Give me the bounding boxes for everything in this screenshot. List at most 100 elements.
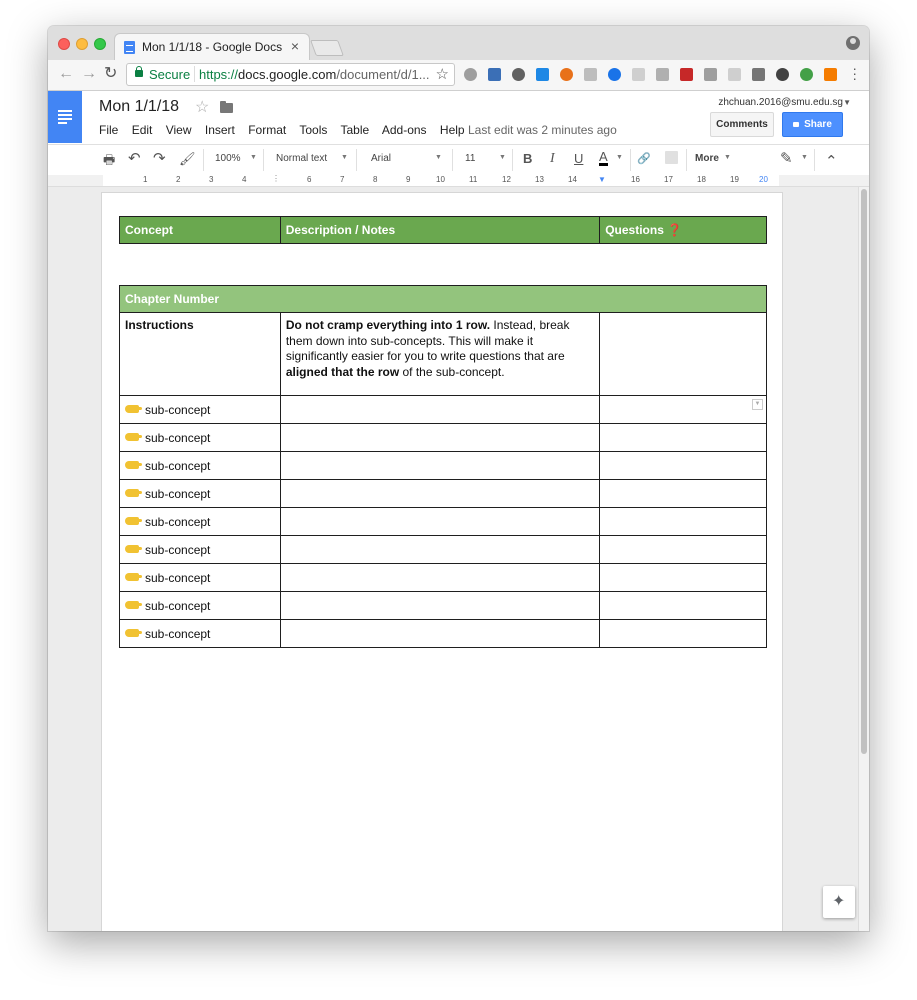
questions-cell[interactable] xyxy=(599,619,767,648)
menu-help[interactable]: Help xyxy=(440,123,465,137)
underline-button[interactable]: U xyxy=(574,151,583,166)
forward-button[interactable]: → xyxy=(81,66,97,82)
undo-icon[interactable]: ↶ xyxy=(128,149,141,167)
menu-addons[interactable]: Add-ons xyxy=(382,123,427,137)
extension-fox-icon[interactable] xyxy=(824,68,837,81)
bookmark-star-icon[interactable]: ☆ xyxy=(436,65,449,83)
extension-square-icon[interactable] xyxy=(584,68,597,81)
description-cell[interactable] xyxy=(279,395,601,424)
sub-concept-cell[interactable]: sub-concept xyxy=(119,451,281,480)
back-button[interactable]: ← xyxy=(58,66,74,82)
sub-concept-cell[interactable]: sub-concept xyxy=(119,507,281,536)
browser-tab[interactable]: Mon 1/1/18 - Google Docs × xyxy=(114,33,310,60)
sub-concept-cell[interactable]: sub-concept xyxy=(119,395,281,424)
insert-comment-icon[interactable] xyxy=(665,151,678,164)
menu-edit[interactable]: Edit xyxy=(132,123,153,137)
new-tab-button[interactable] xyxy=(310,40,344,56)
cell-dropdown-icon[interactable]: ▼ xyxy=(752,399,763,410)
menu-view[interactable]: View xyxy=(166,123,192,137)
font-size-select[interactable]: 11 xyxy=(465,153,475,164)
explore-button[interactable] xyxy=(823,886,855,918)
italic-button[interactable]: I xyxy=(550,151,555,167)
column-marker-icon[interactable]: ⋮ xyxy=(272,174,280,183)
last-edit-status[interactable]: Last edit was 2 minutes ago xyxy=(468,123,617,137)
sub-concept-cell[interactable]: sub-concept xyxy=(119,563,281,592)
header-cell-questions[interactable]: Questions ❓ xyxy=(599,216,767,244)
editing-mode-icon[interactable]: ✎ xyxy=(780,149,793,167)
description-cell[interactable] xyxy=(279,423,601,452)
text-color-button[interactable]: A xyxy=(599,150,608,166)
collapse-menus-icon[interactable]: ⌃ xyxy=(825,152,838,170)
description-cell[interactable] xyxy=(279,451,601,480)
description-cell[interactable] xyxy=(279,563,601,592)
indent-marker-icon[interactable]: ▼ xyxy=(598,175,606,184)
instructions-label-cell[interactable]: Instructions xyxy=(119,312,281,396)
questions-cell[interactable] xyxy=(599,423,767,452)
extension-info-icon[interactable] xyxy=(512,68,525,81)
reload-button[interactable]: ↻ xyxy=(104,66,117,82)
scrollbar-thumb[interactable] xyxy=(861,189,867,754)
paint-format-icon[interactable]: 🖌 xyxy=(179,151,196,167)
account-email[interactable]: zhchuan.2016@smu.edu.sg xyxy=(718,97,843,108)
profile-icon[interactable] xyxy=(846,36,860,50)
sub-concept-cell[interactable]: sub-concept xyxy=(119,423,281,452)
sub-concept-cell[interactable]: sub-concept xyxy=(119,479,281,508)
browser-menu-icon[interactable]: · · · xyxy=(852,61,857,85)
menu-table[interactable]: Table xyxy=(341,123,370,137)
tab-close-icon[interactable]: × xyxy=(291,38,299,54)
extension-grid-icon[interactable] xyxy=(728,68,741,81)
vertical-scrollbar[interactable] xyxy=(858,187,869,931)
extension-filter-icon[interactable] xyxy=(488,68,501,81)
menu-format[interactable]: Format xyxy=(248,123,286,137)
zoom-select[interactable]: 100% xyxy=(215,153,241,164)
extension-vee-icon[interactable] xyxy=(704,68,717,81)
instructions-text-cell[interactable]: Do not cramp everything into 1 row. Inst… xyxy=(279,312,601,396)
minimize-window-button[interactable] xyxy=(76,38,88,50)
sub-concept-cell[interactable]: sub-concept xyxy=(119,535,281,564)
questions-cell[interactable]: ▼ xyxy=(599,395,767,424)
questions-cell[interactable] xyxy=(599,563,767,592)
close-window-button[interactable] xyxy=(58,38,70,50)
description-cell[interactable] xyxy=(279,479,601,508)
more-button[interactable]: More xyxy=(695,153,719,164)
document-page[interactable]: Concept Description / Notes Questions ❓ … xyxy=(102,193,782,931)
style-select[interactable]: Normal text xyxy=(276,153,327,164)
star-document-icon[interactable]: ☆ xyxy=(195,97,209,117)
redo-icon[interactable]: ↷ xyxy=(153,149,166,167)
description-cell[interactable] xyxy=(279,535,601,564)
questions-cell[interactable] xyxy=(599,451,767,480)
bold-button[interactable]: B xyxy=(523,151,532,166)
extension-p-icon[interactable] xyxy=(560,68,573,81)
maximize-window-button[interactable] xyxy=(94,38,106,50)
ruler[interactable]: 1 2 3 4 ⋮ 6 7 8 9 10 11 12 13 14 ▼ 16 17… xyxy=(48,174,869,187)
share-button[interactable]: Share xyxy=(782,112,843,137)
menu-tools[interactable]: Tools xyxy=(299,123,327,137)
menu-insert[interactable]: Insert xyxy=(205,123,235,137)
extension-chat-icon[interactable] xyxy=(632,68,645,81)
extension-ublock-icon[interactable] xyxy=(680,68,693,81)
extension-globe-icon[interactable] xyxy=(608,68,621,81)
extension-v-icon[interactable] xyxy=(536,68,549,81)
questions-cell[interactable] xyxy=(599,479,767,508)
extension-green-icon[interactable] xyxy=(800,68,813,81)
right-margin-marker[interactable]: 20 xyxy=(759,175,768,184)
header-cell-concept[interactable]: Concept xyxy=(119,216,281,244)
questions-cell[interactable] xyxy=(599,507,767,536)
extension-cube-icon[interactable] xyxy=(656,68,669,81)
chapter-number-cell[interactable]: Chapter Number xyxy=(119,285,767,313)
description-cell[interactable] xyxy=(279,507,601,536)
extension-box-icon[interactable] xyxy=(752,68,765,81)
description-cell[interactable] xyxy=(279,591,601,620)
extension-compass-icon[interactable] xyxy=(464,68,477,81)
instructions-questions-cell[interactable] xyxy=(599,312,767,396)
docs-home-icon[interactable] xyxy=(48,91,82,143)
account-caret-icon[interactable]: ▼ xyxy=(843,98,851,107)
print-icon[interactable]: 🖶 xyxy=(103,151,115,173)
comments-button[interactable]: Comments xyxy=(710,112,774,137)
header-cell-description[interactable]: Description / Notes xyxy=(279,216,601,244)
move-to-folder-icon[interactable] xyxy=(220,101,233,113)
sub-concept-cell[interactable]: sub-concept xyxy=(119,619,281,648)
document-title[interactable]: Mon 1/1/18 xyxy=(99,98,179,116)
url-input[interactable]: Secure https://docs.google.com/document/… xyxy=(126,63,455,86)
description-cell[interactable] xyxy=(279,619,601,648)
